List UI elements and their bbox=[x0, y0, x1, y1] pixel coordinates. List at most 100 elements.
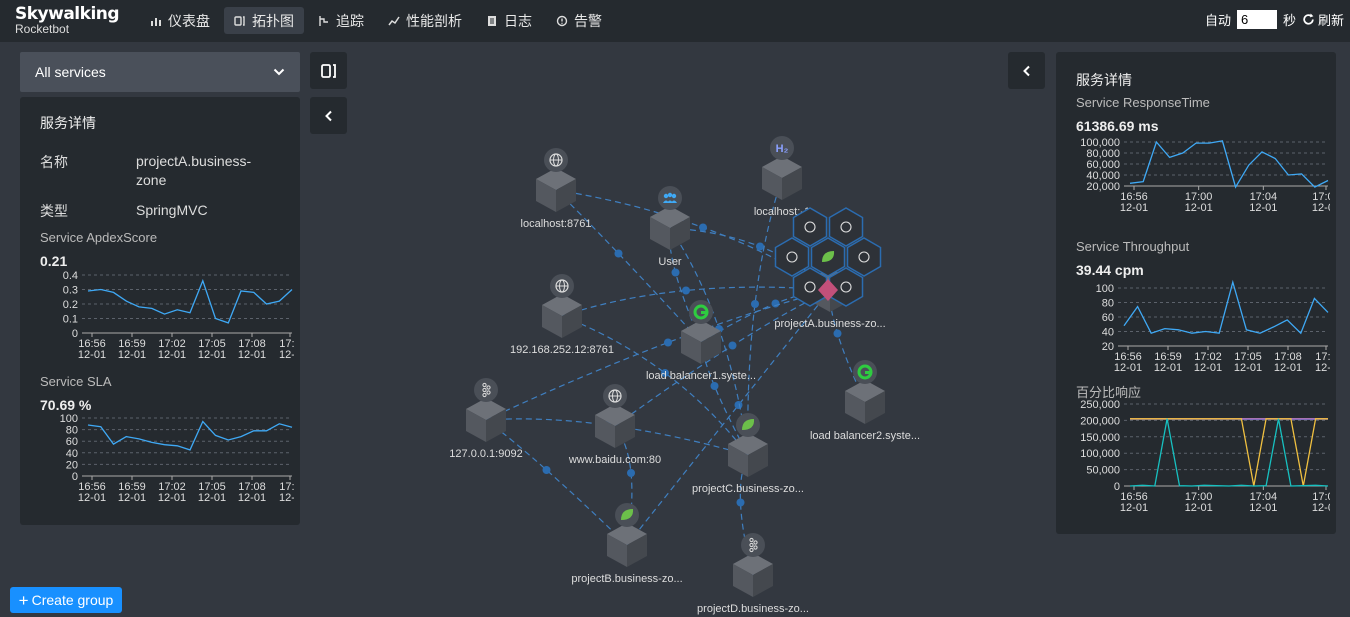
user-head bbox=[667, 192, 673, 198]
create-group-button[interactable]: + Create group bbox=[10, 587, 122, 613]
node-label: www.baidu.com:80 bbox=[568, 454, 661, 466]
y-tick-label: 80 bbox=[1102, 298, 1114, 310]
y-tick-label: 20,000 bbox=[1086, 181, 1120, 193]
node-label: User bbox=[658, 256, 682, 268]
nav-log[interactable]: 日志 bbox=[476, 7, 542, 34]
service-type-key: 类型 bbox=[40, 203, 68, 219]
skywalking-logo[interactable]: Skywalking Rocketbot bbox=[15, 4, 120, 36]
x-tick-label: 12-01 bbox=[1312, 502, 1330, 514]
x-tick-label: 12-01 bbox=[118, 349, 146, 361]
apdex-label: Service ApdexScore bbox=[40, 230, 158, 245]
x-tick-label: 12-01 bbox=[1185, 202, 1213, 214]
refresh-button[interactable]: 刷新 bbox=[1302, 10, 1344, 29]
node-label: load balancer2.syste... bbox=[810, 430, 920, 442]
auto-interval-input[interactable] bbox=[1236, 10, 1277, 29]
service-select[interactable]: All services bbox=[20, 52, 300, 92]
y-tick-label: 0 bbox=[72, 328, 78, 340]
link-dot[interactable] bbox=[627, 469, 635, 477]
y-tick-label: 100,000 bbox=[1080, 448, 1120, 460]
throughput-value: 39.44 cpm bbox=[1076, 262, 1144, 278]
collapse-right-button[interactable] bbox=[1008, 52, 1045, 89]
nav-dashboard-label: 仪表盘 bbox=[168, 12, 210, 29]
topology-node-localhost8761[interactable]: localhost:8761 bbox=[521, 148, 592, 230]
topology-node-localhost1[interactable]: H₂localhost:-1 bbox=[754, 136, 810, 218]
x-tick-label: 12-01 bbox=[158, 349, 186, 361]
y-tick-label: 0 bbox=[72, 471, 78, 483]
hex-menu-trace-icon[interactable] bbox=[774, 237, 810, 277]
sla-label: Service SLA bbox=[40, 374, 112, 389]
topology-toggle-button[interactable] bbox=[310, 52, 347, 89]
series-line bbox=[1123, 279, 1329, 335]
y-tick-label: 20 bbox=[1102, 341, 1114, 353]
node-label: localhost:8761 bbox=[521, 218, 592, 230]
link-dot[interactable] bbox=[699, 223, 707, 232]
nav-trace[interactable]: 追踪 bbox=[308, 7, 374, 34]
nav-alarm[interactable]: 告警 bbox=[546, 7, 612, 34]
nav-topology-label: 拓扑图 bbox=[252, 12, 294, 29]
link-dot[interactable] bbox=[736, 498, 745, 507]
user-head bbox=[671, 193, 677, 199]
top-navbar: Skywalking Rocketbot 仪表盘 拓扑图 追踪 性能剖析 日志 … bbox=[0, 0, 1350, 42]
nav-log-label: 日志 bbox=[504, 12, 532, 29]
topology-node-ip192[interactable]: 192.168.252.12:8761 bbox=[510, 274, 614, 356]
x-tick-label: 12-01 bbox=[78, 492, 106, 504]
x-tick-label: 12-01 bbox=[1312, 202, 1330, 214]
service-select-value: All services bbox=[35, 64, 106, 80]
topology-link bbox=[747, 177, 783, 456]
x-tick-label: 12-01 bbox=[1249, 202, 1277, 214]
y-tick-label: 0.1 bbox=[63, 314, 78, 326]
x-tick-label: 12-01 bbox=[238, 349, 266, 361]
link-dot[interactable] bbox=[614, 249, 623, 258]
nav-dashboard[interactable]: 仪表盘 bbox=[140, 7, 220, 34]
y-tick-label: 200,000 bbox=[1080, 415, 1120, 427]
x-tick-label: 12-0 bbox=[279, 492, 294, 504]
topology-node-projectB[interactable]: projectB.business-zo... bbox=[571, 503, 683, 585]
link-dot[interactable] bbox=[751, 300, 759, 308]
nav-profile-label: 性能剖析 bbox=[406, 12, 462, 29]
y-tick-label: 100 bbox=[60, 413, 78, 425]
link-dot[interactable] bbox=[833, 329, 842, 338]
node-label: load balancer1.syste... bbox=[646, 370, 756, 382]
nav-profile[interactable]: 性能剖析 bbox=[378, 7, 472, 34]
hex-menu-api-icon[interactable] bbox=[846, 237, 882, 277]
nav-alarm-label: 告警 bbox=[574, 12, 602, 29]
panel-title: 服务详情 bbox=[40, 115, 96, 131]
topology-node-lb2[interactable]: load balancer2.syste... bbox=[810, 360, 920, 442]
service-name-value: projectA.business- zone bbox=[136, 152, 251, 190]
y-tick-label: 150,000 bbox=[1080, 432, 1120, 444]
link-dot[interactable] bbox=[756, 242, 764, 251]
service-name-key: 名称 bbox=[40, 154, 68, 170]
nav-topology[interactable]: 拓扑图 bbox=[224, 7, 304, 34]
trace-icon bbox=[319, 15, 328, 26]
link-dot[interactable] bbox=[671, 268, 680, 277]
link-dot[interactable] bbox=[682, 286, 690, 295]
sla-value: 70.69 % bbox=[40, 397, 92, 413]
link-dot[interactable] bbox=[734, 401, 743, 409]
link-dot[interactable] bbox=[710, 382, 719, 390]
logo-title: Skywalking bbox=[15, 4, 120, 24]
link-dot[interactable] bbox=[664, 338, 672, 347]
x-tick-label: 12-01 bbox=[1194, 362, 1222, 374]
gateway-bar bbox=[701, 311, 708, 314]
topology-node-projectC[interactable]: projectC.business-zo... bbox=[692, 413, 804, 495]
refresh-icon bbox=[1303, 13, 1314, 25]
auto-label[interactable]: 自动 bbox=[1205, 10, 1231, 29]
link-dot[interactable] bbox=[771, 299, 780, 308]
y-tick-label: 60 bbox=[66, 436, 78, 448]
topology-nodes: localhost:8761 User H₂localhost:-1 192.168.… bbox=[449, 136, 920, 615]
link-dot[interactable] bbox=[542, 466, 551, 474]
topology-node-user[interactable]: User bbox=[650, 186, 690, 268]
collapse-left-button[interactable] bbox=[310, 97, 347, 134]
nav-trace-label: 追踪 bbox=[336, 12, 364, 29]
series-line bbox=[87, 420, 293, 451]
throughput-chart: 1008060402016:5612-0116:5912-0117:0212-0… bbox=[1096, 279, 1330, 374]
topology-node-baidu[interactable]: www.baidu.com:80 bbox=[568, 384, 661, 466]
link-dot[interactable] bbox=[728, 341, 737, 350]
x-tick-label: 12-01 bbox=[118, 492, 146, 504]
x-tick-label: 12-01 bbox=[198, 349, 226, 361]
topology-node-projectD[interactable]: projectD.business-zo... bbox=[697, 533, 809, 615]
log-icon bbox=[488, 15, 496, 26]
alarm-icon bbox=[556, 15, 568, 26]
hex-menu-instance-icon[interactable] bbox=[828, 207, 864, 247]
node-label: 192.168.252.12:8761 bbox=[510, 344, 614, 356]
